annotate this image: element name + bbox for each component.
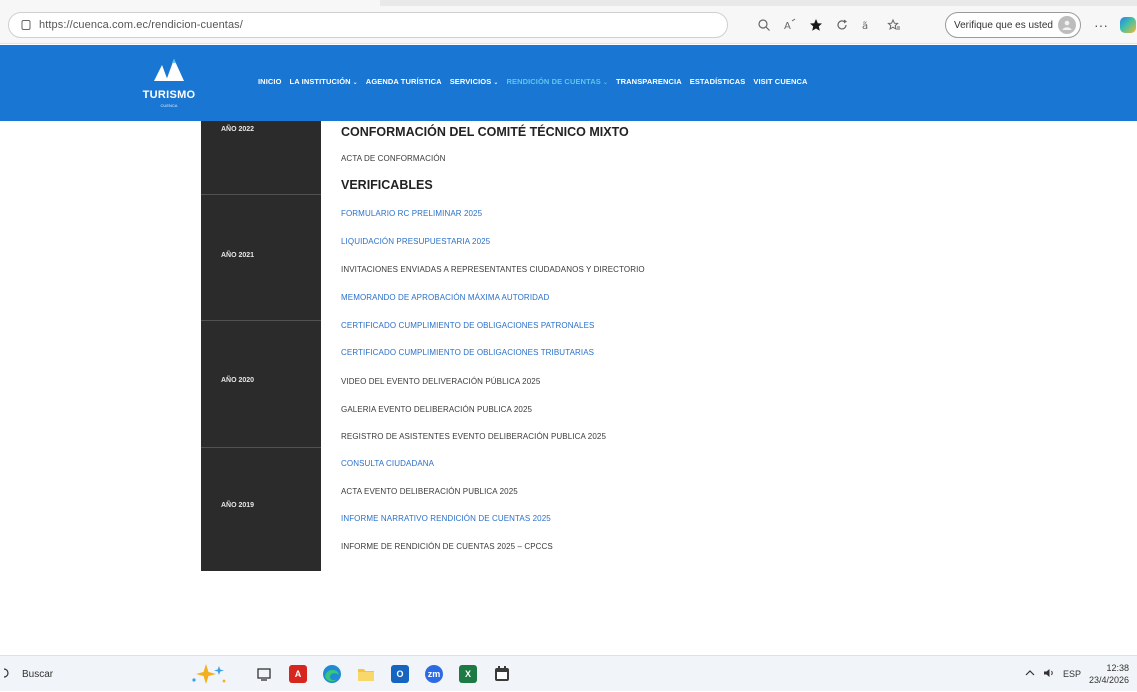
nav-la-institucion[interactable]: LA INSTITUCIÓN ⌄ (290, 77, 358, 86)
logo-text: TURISMO (142, 89, 196, 101)
section-heading-comite: CONFORMACIÓN DEL COMITÉ TÉCNICO MIXTO (341, 125, 629, 139)
taskbar-apps: A O zm X (252, 662, 524, 686)
language-indicator[interactable]: ESP (1063, 669, 1081, 679)
address-bar[interactable]: https://cuenca.com.ec/rendicion-cuentas/ (8, 12, 728, 38)
nav-label: VISIT CUENCA (753, 77, 808, 86)
outlook-icon[interactable]: O (388, 662, 412, 686)
year-tab-2019[interactable]: AÑO 2019 (201, 448, 321, 571)
chevron-down-icon: ⌄ (493, 80, 499, 86)
clock-time: 12:38 (1106, 663, 1129, 673)
chevron-down-icon: ⌄ (352, 80, 358, 86)
profile-avatar-icon (1058, 16, 1076, 34)
search-icon (0, 667, 18, 681)
favorites-icon[interactable] (882, 13, 906, 37)
taskbar-search[interactable]: Buscar (0, 660, 150, 688)
nav-label: SERVICIOS (449, 77, 492, 86)
url-text[interactable]: https://cuenca.com.ec/rendicion-cuentas/ (39, 19, 243, 31)
turismo-logo[interactable]: TURISMO CUENCA (138, 55, 200, 111)
favorite-star-icon[interactable] (804, 13, 828, 37)
doc-informe-cpccs[interactable]: INFORME DE RENDICIÓN DE CUENTAS 2025 – C… (341, 542, 553, 551)
nav-label: ESTADÍSTICAS (689, 77, 746, 86)
more-options-button[interactable]: ··· (1090, 13, 1112, 37)
doc-consulta-ciudadana[interactable]: CONSULTA CIUDADANA (341, 459, 434, 468)
doc-video-evento[interactable]: VIDEO DEL EVENTO DELIVERACIÓN PÚBLICA 20… (341, 377, 540, 386)
doc-acta-evento[interactable]: ACTA EVENTO DELIBERACIÓN PUBLICA 2025 (341, 487, 518, 496)
nav-servicios[interactable]: SERVICIOS ⌄ (450, 77, 499, 86)
zoom-app-icon[interactable]: zm (422, 662, 446, 686)
volume-icon[interactable] (1043, 668, 1055, 680)
doc-memorando[interactable]: MEMORANDO DE APROBACIÓN MÁXIMA AUTORIDAD (341, 293, 549, 302)
refresh-icon[interactable] (830, 13, 854, 37)
nav-label: AGENDA TURÍSTICA (365, 77, 442, 86)
year-label: AÑO 2020 (221, 377, 255, 384)
extensions-icon[interactable]: ã (856, 13, 880, 37)
nav-label: RENDICIÓN DE CUENTAS (506, 77, 601, 86)
verify-label: Verifique que es usted (954, 19, 1053, 31)
nav-estadisticas[interactable]: ESTADÍSTICAS (690, 77, 746, 86)
svg-text:ã: ã (862, 21, 868, 32)
copilot-icon[interactable] (1120, 17, 1136, 33)
nav-visit-cuenca[interactable]: VISIT CUENCA (753, 77, 807, 86)
site-header: TURISMO CUENCA INICIO LA INSTITUCIÓN ⌄ AG… (0, 45, 1137, 121)
nav-inicio[interactable]: INICIO (258, 77, 282, 86)
svg-text:A: A (784, 21, 791, 32)
chevron-down-icon: ⌄ (602, 80, 608, 86)
nav-label: LA INSTITUCIÓN (289, 77, 351, 86)
nav-label: INICIO (258, 77, 282, 86)
file-explorer-icon[interactable] (354, 662, 378, 686)
windows-taskbar: Buscar A O zm X ESP 12:38 23/4/2026 (0, 655, 1137, 691)
doc-cert-patronales[interactable]: CERTIFICADO CUMPLIMIENTO DE OBLIGACIONES… (341, 321, 594, 330)
task-view-icon[interactable] (252, 662, 276, 686)
chevron-up-icon[interactable] (1025, 669, 1035, 679)
year-sidebar: AÑO 2022 AÑO 2021 AÑO 2020 AÑO 2019 (201, 121, 321, 571)
year-label: AÑO 2019 (221, 502, 255, 509)
logo-mark-icon (154, 59, 184, 81)
zoom-icon[interactable] (752, 13, 776, 37)
edge-browser-icon[interactable] (320, 662, 344, 686)
copilot-sparkle-icon[interactable] (186, 662, 230, 686)
verify-identity-button[interactable]: Verifique que es usted (945, 12, 1081, 38)
nav-label: TRANSPARENCIA (615, 77, 682, 86)
year-tab-2022[interactable]: AÑO 2022 (201, 121, 321, 195)
browser-toolbar: https://cuenca.com.ec/rendicion-cuentas/… (0, 0, 1137, 44)
doc-formulario-rc[interactable]: FORMULARIO RC PRELIMINAR 2025 (341, 209, 482, 218)
doc-acta-conformacion[interactable]: ACTA DE CONFORMACIÓN (341, 154, 446, 163)
tab-strip (0, 0, 1137, 6)
calendar-app-icon[interactable] (490, 662, 514, 686)
page-info-icon[interactable] (19, 18, 33, 32)
nav-rendicion-de-cuentas[interactable]: RENDICIÓN DE CUENTAS ⌄ (506, 77, 608, 86)
search-placeholder: Buscar (22, 668, 54, 680)
excel-icon[interactable]: X (456, 662, 480, 686)
year-label: AÑO 2021 (221, 252, 255, 259)
doc-invitaciones[interactable]: INVITACIONES ENVIADAS A REPRESENTANTES C… (341, 265, 645, 274)
system-tray: ESP 12:38 23/4/2026 (1025, 656, 1137, 692)
doc-galeria-evento[interactable]: GALERIA EVENTO DELIBERACIÓN PUBLICA 2025 (341, 405, 532, 414)
nav-transparencia[interactable]: TRANSPARENCIA (616, 77, 682, 86)
acrobat-icon[interactable]: A (286, 662, 310, 686)
nav-agenda-turistica[interactable]: AGENDA TURÍSTICA (366, 77, 442, 86)
year-label: AÑO 2022 (221, 126, 255, 133)
doc-cert-tributarias[interactable]: CERTIFICADO CUMPLIMIENTO DE OBLIGACIONES… (341, 348, 594, 357)
clock[interactable]: 12:38 23/4/2026 (1089, 662, 1129, 686)
browser-tools: A ã (752, 13, 908, 37)
doc-liquidacion[interactable]: LIQUIDACIÓN PRESUPUESTARIA 2025 (341, 237, 490, 246)
year-tab-2021[interactable]: AÑO 2021 (201, 195, 321, 321)
read-aloud-icon[interactable]: A (778, 13, 802, 37)
main-nav: INICIO LA INSTITUCIÓN ⌄ AGENDA TURÍSTICA … (258, 77, 816, 86)
doc-informe-narrativo[interactable]: INFORME NARRATIVO RENDICIÓN DE CUENTAS 2… (341, 514, 551, 523)
logo-subtext: CUENCA (160, 103, 178, 108)
clock-date: 23/4/2026 (1088, 675, 1129, 685)
doc-registro-asistentes[interactable]: REGISTRO DE ASISTENTES EVENTO DELIBERACI… (341, 432, 606, 441)
section-heading-verificables: VERIFICABLES (341, 178, 433, 192)
active-tab[interactable] (0, 0, 380, 6)
year-tab-2020[interactable]: AÑO 2020 (201, 321, 321, 448)
